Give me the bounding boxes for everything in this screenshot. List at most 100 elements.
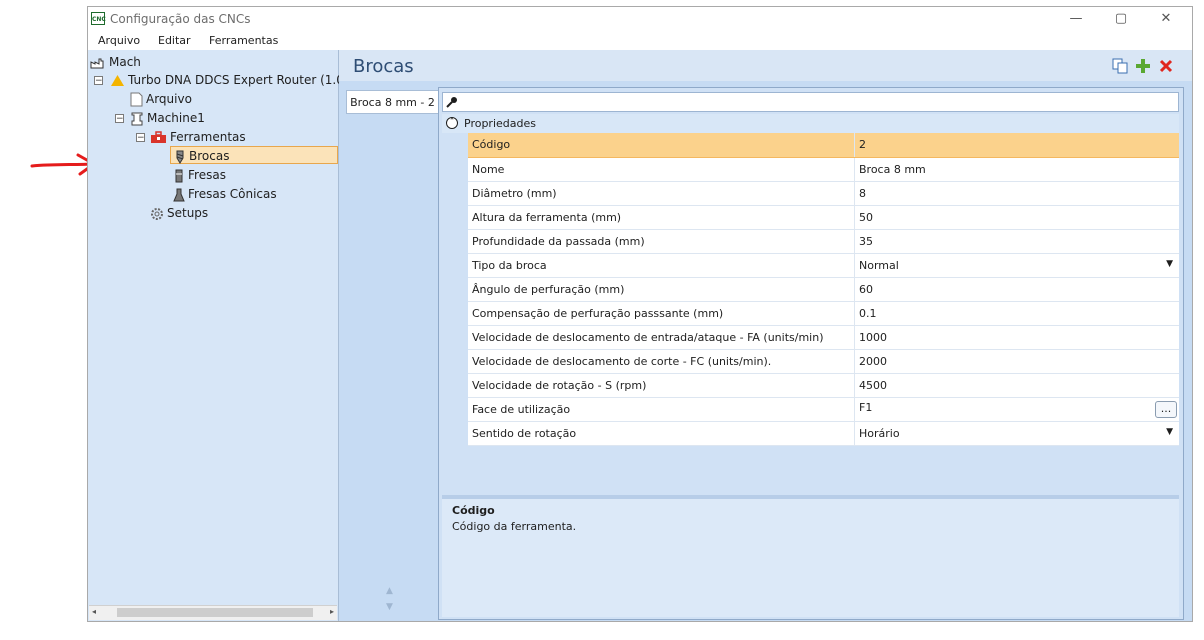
page-title: Brocas	[353, 56, 414, 77]
factory-icon	[90, 58, 104, 68]
cnc-machine-icon	[131, 112, 143, 125]
tree-panel: Mach − Turbo DNA DDCS Expert Router (1.0…	[88, 50, 349, 621]
close-button[interactable]: ✕	[1146, 9, 1186, 29]
maximize-button[interactable]: ▢	[1101, 9, 1141, 29]
scroll-thumb[interactable]	[117, 608, 313, 617]
property-name: Velocidade de deslocamento de entrada/at…	[468, 325, 855, 350]
scroll-left-icon[interactable]: ◂	[92, 607, 96, 616]
tree-item-fresas[interactable]: Fresas	[173, 166, 226, 184]
property-name: Tipo da broca	[468, 253, 855, 278]
menu-ferramentas[interactable]: Ferramentas	[209, 34, 278, 47]
property-row-profundidade[interactable]: Profundidade da passada (mm) 35	[468, 229, 1179, 254]
property-name: Compensação de perfuração passsante (mm)	[468, 301, 855, 326]
property-name: Nome	[468, 157, 855, 182]
tree-item-label: Fresas	[188, 168, 226, 182]
chevron-down-icon[interactable]: ▼	[1166, 259, 1173, 269]
tree-item-brocas[interactable]: Brocas	[170, 146, 338, 164]
property-value[interactable]: Broca 8 mm	[854, 157, 1179, 182]
tree-item-fresas-conicas[interactable]: Fresas Cônicas	[173, 185, 277, 203]
property-row-velocidade-rotacao[interactable]: Velocidade de rotação - S (rpm) 4500	[468, 373, 1179, 398]
property-row-velocidade-corte[interactable]: Velocidade de deslocamento de corte - FC…	[468, 349, 1179, 374]
category-label: Propriedades	[464, 117, 536, 130]
property-value-editor[interactable]: F1...	[854, 397, 1179, 422]
detail-header: Brocas	[339, 50, 1192, 81]
property-value[interactable]: 2000	[854, 349, 1179, 374]
drill-bit-icon	[176, 150, 184, 164]
tree-item-label: Machine1	[147, 111, 205, 125]
tree-item-label: Fresas Cônicas	[188, 187, 277, 201]
tab-broca-8mm[interactable]: Broca 8 mm - 2	[346, 90, 438, 114]
tree-item-label: Mach	[109, 55, 141, 69]
expand-profile-toggle[interactable]: −	[94, 76, 103, 86]
tab-scroll-down-icon[interactable]: ▼	[386, 602, 393, 612]
property-value[interactable]: 35	[854, 229, 1179, 254]
property-row-tipo-broca[interactable]: Tipo da broca Normal ▼	[468, 253, 1179, 278]
property-value-dropdown[interactable]: Horário ▼	[854, 421, 1179, 446]
tree-item-setups[interactable]: Setups	[150, 204, 208, 222]
property-value[interactable]: 0.1	[854, 301, 1179, 326]
tree-item-label: Turbo DNA DDCS Expert Router (1.0)	[128, 73, 349, 87]
property-row-diametro[interactable]: Diâmetro (mm) 8	[468, 181, 1179, 206]
tree-item-arquivo[interactable]: Arquivo	[130, 90, 192, 108]
tree-item-machine1[interactable]: Machine1	[130, 109, 205, 127]
property-row-angulo[interactable]: Ângulo de perfuração (mm) 60	[468, 277, 1179, 302]
menu-arquivo[interactable]: Arquivo	[98, 34, 140, 47]
gear-icon	[151, 207, 163, 220]
tree-item-label: Arquivo	[146, 92, 192, 106]
description-panel: Código Código da ferramenta.	[442, 499, 1179, 617]
tree-item-machine-profile[interactable]: Turbo DNA DDCS Expert Router (1.0)	[110, 71, 349, 89]
property-value[interactable]: 50	[854, 205, 1179, 230]
property-value[interactable]: 1000	[854, 325, 1179, 350]
expand-machine-toggle[interactable]: −	[115, 114, 124, 124]
property-value[interactable]: 60	[854, 277, 1179, 302]
collapse-category-icon[interactable]: ˆ	[446, 117, 458, 129]
tree-item-ferramentas[interactable]: Ferramentas	[150, 128, 246, 146]
tree-horizontal-scrollbar[interactable]: ◂ ▸	[89, 605, 337, 620]
copy-icon[interactable]	[1112, 58, 1128, 74]
property-value: F1	[859, 400, 873, 414]
add-icon[interactable]	[1135, 58, 1151, 74]
chevron-down-icon[interactable]: ▼	[1166, 427, 1173, 437]
property-name: Profundidade da passada (mm)	[468, 229, 855, 254]
conical-mill-icon	[173, 188, 185, 201]
file-icon	[130, 92, 143, 107]
tab-scroll-up-icon[interactable]: ▲	[386, 586, 393, 596]
property-name: Altura da ferramenta (mm)	[468, 205, 855, 230]
minimize-button[interactable]: —	[1056, 9, 1096, 29]
menu-editar[interactable]: Editar	[158, 34, 191, 47]
property-value[interactable]: 2	[854, 133, 1179, 158]
scroll-right-icon[interactable]: ▸	[330, 607, 334, 616]
tree-item-label: Ferramentas	[170, 130, 246, 144]
property-value[interactable]: 4500	[854, 373, 1179, 398]
property-value[interactable]: 8	[854, 181, 1179, 206]
property-search-input[interactable]	[442, 92, 1179, 112]
property-table: Código 2 Nome Broca 8 mm Diâmetro (mm) 8…	[468, 133, 1179, 446]
expand-tools-toggle[interactable]: −	[136, 133, 145, 143]
property-row-face[interactable]: Face de utilização F1...	[468, 397, 1179, 422]
property-name: Sentido de rotação	[468, 421, 855, 446]
property-name: Velocidade de rotação - S (rpm)	[468, 373, 855, 398]
property-row-nome[interactable]: Nome Broca 8 mm	[468, 157, 1179, 182]
property-value-dropdown[interactable]: Normal ▼	[854, 253, 1179, 278]
property-row-codigo[interactable]: Código 2	[468, 133, 1179, 158]
property-name: Velocidade de deslocamento de corte - FC…	[468, 349, 855, 374]
tree-item-label: Setups	[167, 206, 209, 220]
category-header[interactable]: ˆ Propriedades	[442, 114, 1179, 133]
warning-icon	[111, 75, 124, 86]
ellipsis-button[interactable]: ...	[1155, 400, 1177, 418]
property-name: Face de utilização	[468, 397, 855, 422]
property-row-compensacao[interactable]: Compensação de perfuração passsante (mm)…	[468, 301, 1179, 326]
tree-item-mach[interactable]: Mach	[90, 53, 141, 71]
property-row-velocidade-entrada[interactable]: Velocidade de deslocamento de entrada/at…	[468, 325, 1179, 350]
delete-icon[interactable]	[1158, 58, 1174, 74]
app-window: CNC Configuração das CNCs — ▢ ✕ Arquivo …	[87, 6, 1193, 622]
property-row-sentido[interactable]: Sentido de rotação Horário ▼	[468, 421, 1179, 446]
description-title: Código	[452, 504, 495, 517]
property-value: Horário	[859, 426, 900, 440]
description-text: Código da ferramenta.	[452, 520, 577, 533]
property-value: Normal	[859, 258, 899, 272]
toolbox-icon	[151, 131, 166, 143]
window-title: Configuração das CNCs	[110, 12, 251, 26]
property-name: Diâmetro (mm)	[468, 181, 855, 206]
property-row-altura[interactable]: Altura da ferramenta (mm) 50	[468, 205, 1179, 230]
